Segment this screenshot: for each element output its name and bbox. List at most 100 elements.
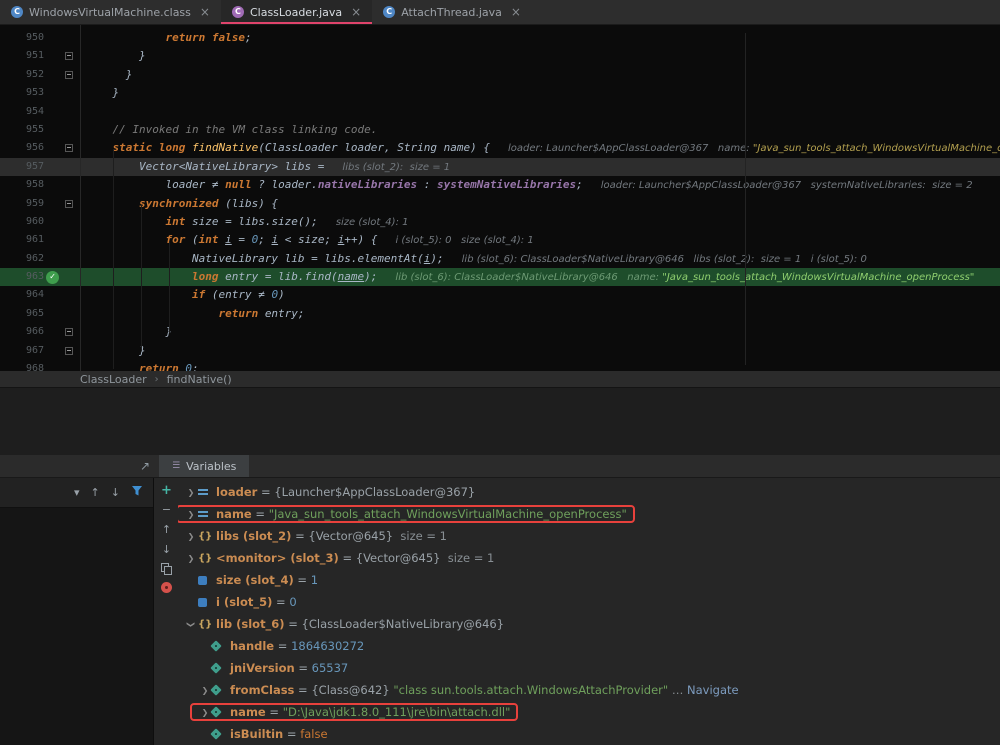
variable-row[interactable]: ❯{} libs (slot_2) = {Vector@645} size = 1	[178, 525, 1000, 547]
fold-marker-icon[interactable]	[65, 144, 73, 153]
braces-icon: {}	[198, 618, 213, 630]
variable-row[interactable]: ❯{} lib (slot_6) = {ClassLoader$NativeLib…	[178, 613, 1000, 635]
code-segment: for	[86, 233, 192, 247]
right-margin-guide	[745, 33, 746, 365]
line-number[interactable]: 952	[0, 66, 44, 84]
breadcrumb-item-method[interactable]: findNative()	[167, 373, 232, 386]
variable-entry: ❯{} libs (slot_2) = {Vector@645} size = 1	[184, 529, 447, 543]
variable-name: name	[230, 705, 266, 719]
tab-close-icon[interactable]: ×	[351, 5, 361, 19]
hint-segment: libs (slot_2): size = 1	[342, 161, 451, 173]
code-lines: 950 return false; 951 } 952 } 953 } 954 955 /…	[0, 25, 1000, 371]
line-number[interactable]: 966	[0, 323, 44, 341]
code-segment: )	[278, 288, 285, 302]
variable-row[interactable]: ❯handle = 1864630272	[178, 635, 1000, 657]
fold-marker-icon[interactable]	[65, 328, 73, 337]
tab-variables[interactable]: ☰ Variables	[159, 455, 250, 477]
line-number[interactable]: 954	[0, 103, 44, 121]
breadcrumb: ClassLoader › findNative()	[0, 371, 1000, 387]
expand-chevron-icon[interactable]: ❯	[184, 488, 198, 497]
frame-up-icon[interactable]: ↑	[91, 486, 100, 499]
variable-row[interactable]: ❯ name = "D:\Java\jdk1.8.0_111\jre\bin\at…	[178, 701, 1000, 723]
line-number[interactable]: 955	[0, 121, 44, 139]
code-segment: ;	[576, 178, 583, 192]
navigate-arrow-icon[interactable]: ↗	[140, 459, 150, 473]
line-number[interactable]: 958	[0, 176, 44, 194]
line-number[interactable]: 963	[0, 268, 44, 286]
param-icon	[198, 510, 216, 518]
variable-row[interactable]: ❯ name = "Java_sun_tools_attach_WindowsVi…	[178, 503, 1000, 525]
variable-row[interactable]: ❯{} <monitor> (slot_3) = {Vector@645} siz…	[178, 547, 1000, 569]
code-segment: if	[86, 288, 212, 302]
line-number[interactable]: 957	[0, 158, 44, 176]
variable-row[interactable]: ❯isBuiltin = false	[178, 723, 1000, 745]
fold-marker-icon[interactable]	[65, 52, 73, 61]
line-number[interactable]: 951	[0, 47, 44, 65]
line-number[interactable]: 962	[0, 250, 44, 268]
equals-separator: =	[283, 727, 301, 741]
navigate-link[interactable]: Navigate	[687, 683, 739, 697]
equals-separator: =	[294, 661, 312, 675]
line-number[interactable]: 960	[0, 213, 44, 231]
code-line: 964 if (entry ≠ 0)	[0, 286, 1000, 304]
expand-chevron-icon[interactable]: ❯	[184, 532, 198, 541]
line-number[interactable]: 950	[0, 29, 44, 47]
code-segment: null	[225, 178, 252, 192]
tab-close-icon[interactable]: ×	[511, 5, 521, 19]
code-line: 958 loader ≠ null ? loader.nativeLibrari…	[0, 176, 1000, 194]
move-down-icon[interactable]: ↓	[162, 543, 171, 556]
code-segment: (ClassLoader loader, String name) {	[258, 141, 490, 155]
annotation-highlight: ❯ name = "Java_sun_tools_attach_WindowsVi…	[178, 505, 635, 523]
line-number[interactable]: 968	[0, 360, 44, 371]
move-up-icon[interactable]: ↑	[162, 523, 171, 536]
code-line: 961 for (int i = 0; i < size; i++) {i (s…	[0, 231, 1000, 249]
frames-panel[interactable]: ▾ ↑ ↓	[0, 478, 154, 745]
indent-guide	[141, 205, 142, 351]
remove-watch-icon[interactable]: −	[162, 503, 171, 516]
editor-tab[interactable]: C AttachThread.java ×	[372, 0, 532, 24]
tab-label: WindowsVirtualMachine.class	[29, 5, 191, 19]
variable-row[interactable]: ❯i (slot_5) = 0	[178, 591, 1000, 613]
line-number[interactable]: 967	[0, 342, 44, 360]
line-number[interactable]: 959	[0, 195, 44, 213]
variables-tree[interactable]: ❯ loader = {Launcher$AppClassLoader@367} ❯…	[178, 478, 1000, 745]
variable-entry: ❯handle = 1864630272	[198, 639, 364, 653]
fold-marker-icon[interactable]	[65, 199, 73, 208]
line-number[interactable]: 956	[0, 139, 44, 157]
record-icon[interactable]	[161, 582, 172, 593]
line-number[interactable]: 964	[0, 286, 44, 304]
expand-chevron-icon[interactable]: ❯	[184, 510, 198, 519]
code-text: return false;	[86, 29, 251, 47]
copy-icon[interactable]	[161, 563, 172, 575]
add-watch-icon[interactable]: +	[161, 484, 172, 497]
variable-value: size = 1	[440, 551, 495, 565]
variable-row[interactable]: ❯size (slot_4) = 1	[178, 569, 1000, 591]
filter-icon[interactable]	[131, 485, 143, 500]
expand-chevron-icon[interactable]: ❯	[187, 617, 196, 631]
line-number[interactable]: 953	[0, 84, 44, 102]
fold-marker-icon[interactable]	[65, 70, 73, 79]
breadcrumb-item-class[interactable]: ClassLoader	[80, 373, 147, 386]
code-editor[interactable]: 950 return false; 951 } 952 } 953 } 954 955 /…	[0, 25, 1000, 371]
frame-down-icon[interactable]: ↓	[111, 486, 120, 499]
variable-name: fromClass	[230, 683, 295, 697]
editor-tab[interactable]: C WindowsVirtualMachine.class ×	[0, 0, 221, 24]
variable-entry: ❯{} lib (slot_6) = {ClassLoader$NativeLib…	[184, 617, 505, 631]
thread-dropdown-icon[interactable]: ▾	[74, 486, 80, 499]
line-number[interactable]: 965	[0, 305, 44, 323]
editor-tab-bar: C WindowsVirtualMachine.class × C ClassLoade…	[0, 0, 1000, 25]
code-segment: (libs) {	[225, 196, 279, 210]
tab-close-icon[interactable]: ×	[200, 5, 210, 19]
variable-row[interactable]: ❯ loader = {Launcher$AppClassLoader@367}	[178, 481, 1000, 503]
variable-row[interactable]: ❯jniVersion = 65537	[178, 657, 1000, 679]
execution-point-icon[interactable]: ✓	[46, 270, 59, 284]
editor-tab[interactable]: C ClassLoader.java ×	[220, 0, 373, 24]
line-number[interactable]: 961	[0, 231, 44, 249]
variable-row[interactable]: ❯ fromClass = {Class@642} "class sun.tool…	[178, 679, 1000, 701]
fold-marker-icon[interactable]	[65, 346, 73, 355]
expand-chevron-icon[interactable]: ❯	[184, 554, 198, 563]
code-segment: int	[86, 214, 192, 228]
param-icon	[198, 488, 216, 496]
code-text: }	[86, 66, 133, 84]
code-segment: synchronized	[86, 196, 226, 210]
